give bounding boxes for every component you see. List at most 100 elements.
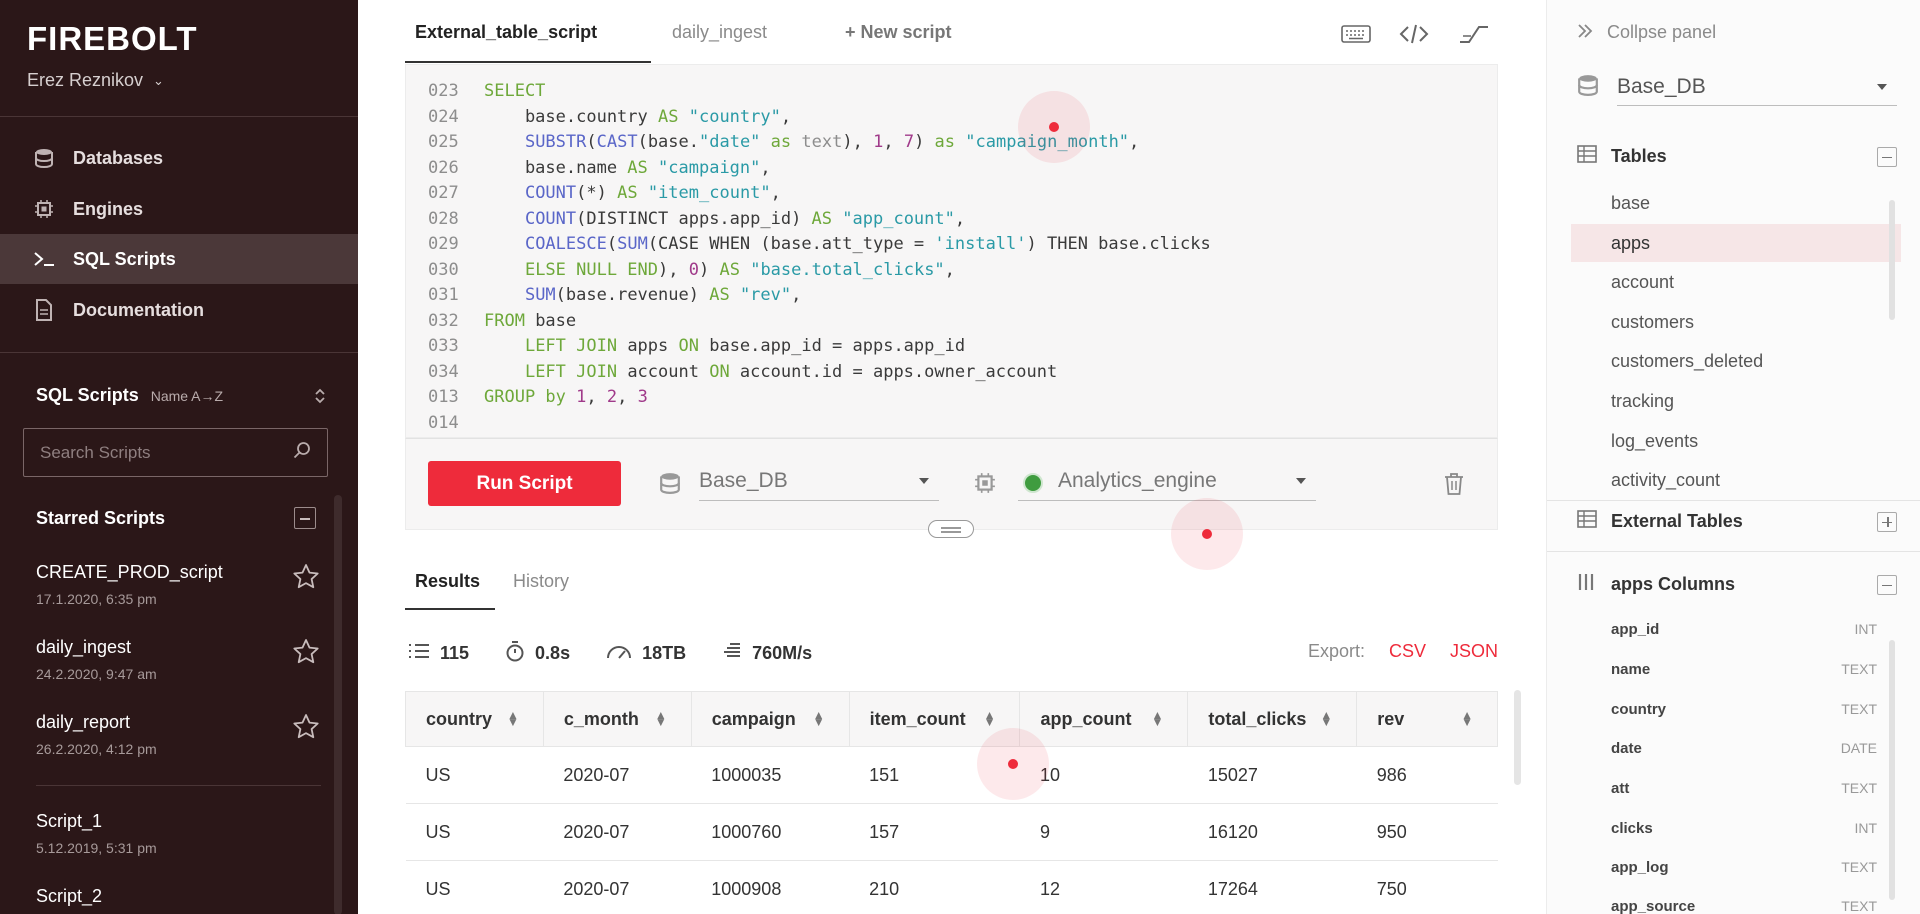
results-table: country ▲ ▼ c_month ▲ ▼ campaign ▲ ▼ item_coun… [405,691,1498,914]
scripts-header: SQL Scripts Name A→Z [36,385,325,406]
column-header[interactable]: c_month ▲ ▼ [542,691,692,747]
engine-select[interactable]: Analytics_engine [1018,461,1316,501]
table-list-item[interactable]: base [1571,184,1901,222]
external-tables-header: External Tables [1577,510,1897,533]
table-list-item[interactable]: account [1571,263,1901,301]
column-list-item[interactable]: app_id INT [1611,621,1877,638]
terminal-icon [33,248,55,270]
table-list-item[interactable]: activity_count [1571,461,1901,499]
starred-script-item[interactable]: CREATE_PROD_script 17.1.2020, 6:35 pm [36,562,321,607]
divider [1547,500,1920,501]
column-header[interactable]: country ▲ ▼ [405,691,544,747]
columns-title: apps Columns [1611,574,1736,594]
column-header[interactable]: app_count ▲ ▼ [1019,691,1189,747]
divider [0,352,358,353]
code-icon[interactable] [1398,20,1430,48]
star-icon[interactable] [291,712,321,742]
table-row[interactable]: US 2020-07 1000035 151 10 15027 986 [405,746,1498,804]
search-icon[interactable] [293,441,311,464]
table-list-item[interactable]: apps [1571,224,1901,262]
time-stat: 0.8s [505,640,570,667]
tables-section-header: Tables [1577,145,1897,168]
database-icon [659,472,681,499]
column-list-item[interactable]: app_log TEXT [1611,859,1877,876]
search-input[interactable] [40,442,270,463]
engine-icon [974,472,996,499]
nav-documentation[interactable]: Documentation [0,285,358,335]
sort-icon: ▲ ▼ [812,708,825,729]
database-value: Base_DB [1617,74,1706,98]
right-panel: Collpse panel Base_DB Tables base apps a… [1546,0,1920,914]
table-icon [1577,145,1597,168]
table-cell: 9 [1019,803,1188,861]
scanned-stat: 18TB [606,642,686,665]
nav-databases[interactable]: Databases [0,133,358,183]
column-header[interactable]: campaign ▲ ▼ [690,691,850,747]
script-item[interactable]: Script_1 5.12.2019, 5:31 pm [36,811,321,856]
columns-section-header: apps Columns [1577,573,1897,596]
sidebar-scrollbar[interactable] [334,495,342,914]
column-list-item[interactable]: date DATE [1611,740,1877,757]
star-icon[interactable] [291,562,321,592]
results-scrollbar[interactable] [1514,690,1521,785]
table-row[interactable]: US 2020-07 1000908 210 12 17264 750 [405,860,1498,914]
column-header[interactable]: rev ▲ ▼ [1356,691,1498,747]
panel-database-select[interactable]: Base_DB [1577,68,1897,106]
sql-editor[interactable]: 023 SELECT 024 base.country AS "country",… [405,64,1498,438]
tab-daily-ingest[interactable]: daily_ingest [672,22,767,43]
table-cell: 157 [849,803,1020,861]
column-list-item[interactable]: clicks INT [1611,820,1877,837]
collapse-columns-button[interactable] [1877,574,1897,595]
table-list-item[interactable]: tracking [1571,382,1901,420]
expand-external-tables-button[interactable] [1877,511,1897,532]
star-icon[interactable] [291,637,321,667]
export-json-link[interactable]: JSON [1450,641,1498,662]
new-script-button[interactable]: + New script [845,22,952,43]
table-cell: 1000035 [691,746,850,804]
tab-history[interactable]: History [513,571,569,592]
table-row[interactable]: US 2020-07 1000760 157 9 16120 950 [405,803,1498,861]
starred-script-item[interactable]: daily_report 26.2.2020, 4:12 pm [36,712,321,757]
caret-down-icon [1296,477,1306,484]
table-cell: US [405,746,544,804]
column-list-item[interactable]: name TEXT [1611,661,1877,678]
keyboard-icon[interactable] [1340,20,1372,48]
double-chevron-right-icon [1577,22,1593,43]
column-list-item[interactable]: app_source TEXT [1611,898,1877,914]
sort-label[interactable]: Name A→Z [151,388,223,404]
table-list-item[interactable]: customers [1571,303,1901,341]
caret-down-icon [1877,83,1887,90]
collapse-tables-button[interactable] [1877,146,1897,167]
trash-icon[interactable] [1444,472,1464,501]
export-csv-link[interactable]: CSV [1389,641,1426,662]
column-list-item[interactable]: att TEXT [1611,780,1877,797]
touch-indicator [1018,91,1090,163]
nav-engines[interactable]: Engines [0,184,358,234]
sort-icon: ▲ ▼ [983,708,996,729]
step-chart-icon[interactable] [1458,20,1490,48]
column-header[interactable]: total_clicks ▲ ▼ [1187,691,1358,747]
collapse-panel-button[interactable]: Collpse panel [1577,22,1716,43]
column-list-item[interactable]: country TEXT [1611,701,1877,718]
table-cell: 2020-07 [543,803,692,861]
run-script-button[interactable]: Run Script [428,461,621,506]
starred-script-item[interactable]: daily_ingest 24.2.2020, 9:47 am [36,637,321,682]
tab-results[interactable]: Results [415,571,480,592]
left-sidebar: FIREBOLT Erez Reznikov ⌄ Databases Engin… [0,0,358,914]
sort-icon: ▲ ▼ [1320,708,1333,729]
resize-handle[interactable] [928,520,974,538]
table-list-item[interactable]: customers_deleted [1571,342,1901,380]
tables-scrollbar[interactable] [1889,200,1895,320]
divider [36,785,321,786]
user-menu[interactable]: Erez Reznikov ⌄ [27,70,164,91]
script-item[interactable]: Script_2 [36,886,321,907]
sort-icon[interactable] [314,387,326,408]
collapse-starred-button[interactable] [294,507,316,529]
database-select[interactable]: Base_DB [699,461,939,501]
nav-sql-scripts[interactable]: SQL Scripts [0,234,358,284]
tab-external-table-script[interactable]: External_table_script [415,22,597,43]
result-stats: 115 0.8s 18TB 760M/s [408,640,848,667]
starred-header: Starred Scripts [36,507,316,529]
table-list-item[interactable]: log_events [1571,422,1901,460]
columns-scrollbar[interactable] [1889,640,1895,900]
